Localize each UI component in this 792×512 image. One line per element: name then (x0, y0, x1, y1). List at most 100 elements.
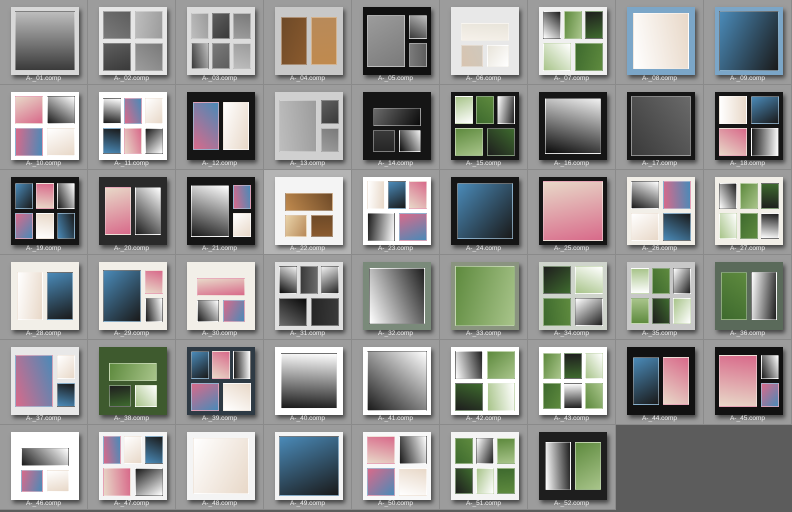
thumbnail-image[interactable] (539, 262, 607, 330)
thumbnail-cell[interactable]: A-_35.comp (616, 255, 704, 340)
thumbnail-image[interactable] (627, 347, 695, 415)
thumbnail-image[interactable] (539, 7, 607, 75)
thumbnail-cell[interactable]: A-_52.comp (528, 425, 616, 510)
thumbnail-cell[interactable]: A-_26.comp (616, 170, 704, 255)
thumbnail-image[interactable] (539, 347, 607, 415)
thumbnail-image[interactable] (275, 347, 343, 415)
thumbnail-cell[interactable]: A-_27.comp (704, 170, 792, 255)
thumbnail-cell[interactable]: A-_18.comp (704, 85, 792, 170)
thumbnail-cell[interactable]: A-_40.comp (264, 340, 352, 425)
thumbnail-cell[interactable]: A-_29.comp (88, 255, 176, 340)
thumbnail-cell[interactable]: A-_39.comp (176, 340, 264, 425)
thumbnail-image[interactable] (451, 262, 519, 330)
thumbnail-image[interactable] (627, 7, 695, 75)
thumbnail-image[interactable] (99, 262, 167, 330)
thumbnail-image[interactable] (11, 262, 79, 330)
thumbnail-image[interactable] (363, 177, 431, 245)
thumbnail-image[interactable] (99, 347, 167, 415)
thumbnail-image[interactable] (363, 432, 431, 500)
thumbnail-image[interactable] (99, 92, 167, 160)
thumbnail-cell[interactable]: A-_32.comp (352, 255, 440, 340)
thumbnail-cell[interactable]: A-_20.comp (88, 170, 176, 255)
thumbnail-cell[interactable]: A-_49.comp (264, 425, 352, 510)
thumbnail-cell[interactable]: A-_05.comp (352, 0, 440, 85)
thumbnail-cell[interactable]: A-_09.comp (704, 0, 792, 85)
thumbnail-cell[interactable]: A-_42.comp (440, 340, 528, 425)
thumbnail-image[interactable] (11, 432, 79, 500)
thumbnail-cell[interactable]: A-_33.comp (440, 255, 528, 340)
thumbnail-cell[interactable]: A-_11.comp (88, 85, 176, 170)
thumbnail-image[interactable] (275, 7, 343, 75)
thumbnail-image[interactable] (187, 432, 255, 500)
thumbnail-image[interactable] (539, 92, 607, 160)
thumbnail-cell[interactable]: A-_22.comp (264, 170, 352, 255)
thumbnail-cell[interactable]: A-_17.comp (616, 85, 704, 170)
thumbnail-image[interactable] (275, 92, 343, 160)
thumbnail-image[interactable] (539, 177, 607, 245)
thumbnail-image[interactable] (451, 92, 519, 160)
thumbnail-image[interactable] (363, 347, 431, 415)
thumbnail-cell[interactable]: A-_50.comp (352, 425, 440, 510)
thumbnail-image[interactable] (715, 92, 783, 160)
thumbnail-image[interactable] (363, 92, 431, 160)
thumbnail-cell[interactable]: A-_04.comp (264, 0, 352, 85)
thumbnail-cell[interactable]: A-_45.comp (704, 340, 792, 425)
thumbnail-cell[interactable]: A-_07.comp (528, 0, 616, 85)
thumbnail-cell[interactable]: A-_03.comp (176, 0, 264, 85)
thumbnail-cell[interactable]: A-_10.comp (0, 85, 88, 170)
thumbnail-cell[interactable]: A-_38.comp (88, 340, 176, 425)
thumbnail-cell[interactable]: A-_51.comp (440, 425, 528, 510)
thumbnail-image[interactable] (11, 347, 79, 415)
thumbnail-image[interactable] (627, 262, 695, 330)
thumbnail-image[interactable] (451, 177, 519, 245)
thumbnail-cell[interactable]: A-_31.comp (264, 255, 352, 340)
thumbnail-cell[interactable]: A-_15.comp (440, 85, 528, 170)
thumbnail-image[interactable] (99, 7, 167, 75)
thumbnail-image[interactable] (715, 262, 783, 330)
thumbnail-cell[interactable]: A-_46.comp (0, 425, 88, 510)
thumbnail-cell[interactable]: A-_06.comp (440, 0, 528, 85)
thumbnail-image[interactable] (187, 347, 255, 415)
thumbnail-image[interactable] (187, 7, 255, 75)
thumbnail-image[interactable] (451, 347, 519, 415)
thumbnail-image[interactable] (99, 177, 167, 245)
thumbnail-cell[interactable]: A-_34.comp (528, 255, 616, 340)
thumbnail-cell[interactable]: A-_02.comp (88, 0, 176, 85)
thumbnail-image[interactable] (11, 7, 79, 75)
thumbnail-cell[interactable]: A-_08.comp (616, 0, 704, 85)
thumbnail-image[interactable] (187, 177, 255, 245)
thumbnail-cell[interactable]: A-_24.comp (440, 170, 528, 255)
thumbnail-cell[interactable]: A-_28.comp (0, 255, 88, 340)
thumbnail-cell[interactable]: A-_12.comp (176, 85, 264, 170)
thumbnail-cell[interactable]: A-_14.comp (352, 85, 440, 170)
thumbnail-cell[interactable]: A-_43.comp (528, 340, 616, 425)
thumbnail-image[interactable] (187, 92, 255, 160)
thumbnail-cell[interactable]: A-_47.comp (88, 425, 176, 510)
thumbnail-image[interactable] (275, 262, 343, 330)
thumbnail-image[interactable] (275, 177, 343, 245)
thumbnail-cell[interactable]: A-_48.comp (176, 425, 264, 510)
thumbnail-image[interactable] (715, 7, 783, 75)
thumbnail-image[interactable] (451, 7, 519, 75)
thumbnail-image[interactable] (539, 432, 607, 500)
thumbnail-image[interactable] (275, 432, 343, 500)
thumbnail-cell[interactable]: A-_36.comp (704, 255, 792, 340)
thumbnail-cell[interactable]: A-_23.comp (352, 170, 440, 255)
thumbnail-cell[interactable]: A-_44.comp (616, 340, 704, 425)
thumbnail-image[interactable] (451, 432, 519, 500)
thumbnail-image[interactable] (187, 262, 255, 330)
thumbnail-cell[interactable]: A-_25.comp (528, 170, 616, 255)
thumbnail-image[interactable] (715, 177, 783, 245)
thumbnail-cell[interactable]: A-_13.comp (264, 85, 352, 170)
thumbnail-cell[interactable]: A-_01.comp (0, 0, 88, 85)
thumbnail-image[interactable] (99, 432, 167, 500)
thumbnail-cell[interactable]: A-_19.comp (0, 170, 88, 255)
thumbnail-image[interactable] (715, 347, 783, 415)
thumbnail-cell[interactable]: A-_16.comp (528, 85, 616, 170)
thumbnail-cell[interactable]: A-_21.comp (176, 170, 264, 255)
thumbnail-cell[interactable]: A-_37.comp (0, 340, 88, 425)
thumbnail-image[interactable] (11, 92, 79, 160)
thumbnail-image[interactable] (11, 177, 79, 245)
thumbnail-image[interactable] (363, 7, 431, 75)
thumbnail-cell[interactable]: A-_30.comp (176, 255, 264, 340)
